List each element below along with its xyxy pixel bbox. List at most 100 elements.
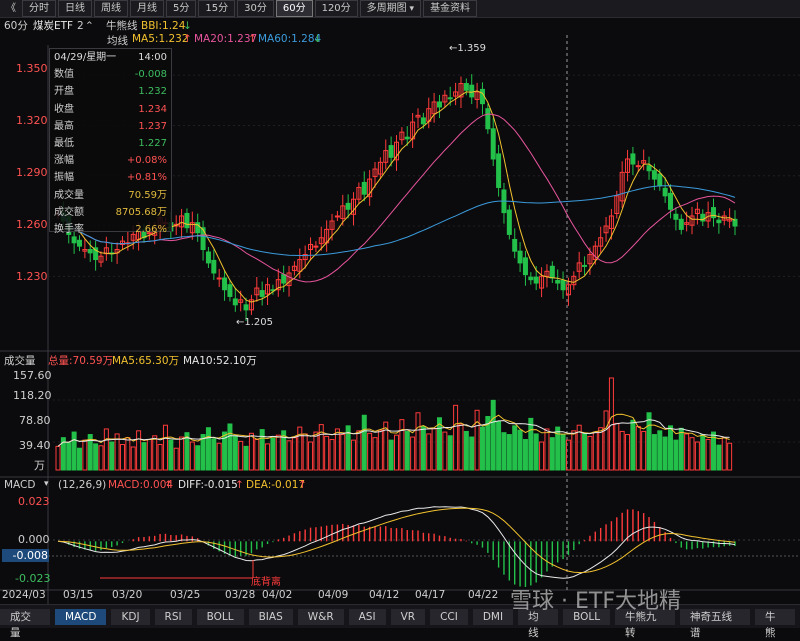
macd-arrow: ↑ <box>164 479 173 491</box>
macd-tick-4: -0.023 <box>15 572 51 585</box>
candle-body <box>678 218 684 230</box>
volume-bar <box>539 441 545 471</box>
volume-bar <box>560 434 566 471</box>
date-tick: 03/15 <box>63 589 94 601</box>
indicator-tab[interactable]: 牛熊 <box>755 608 795 639</box>
candle-body <box>533 276 539 284</box>
candle-body <box>222 277 228 291</box>
candle-body <box>87 249 93 254</box>
volume-bar <box>313 431 319 471</box>
volume-bar <box>157 444 163 471</box>
volume-bar <box>700 434 706 471</box>
volume-bar <box>436 417 442 471</box>
candle-body <box>232 298 238 306</box>
volume-bar <box>517 429 523 471</box>
volume-bar <box>592 431 598 471</box>
info-value: 2.66% <box>135 223 167 235</box>
indicator-tab[interactable]: MACD <box>54 608 107 625</box>
info-row: 成交量 70.59万 <box>50 187 171 204</box>
info-row: 成交额 8705.68万 <box>50 204 171 221</box>
volume-bar <box>420 425 426 471</box>
volume-bar <box>119 444 125 471</box>
volume-bar <box>463 430 469 471</box>
indicator-tab[interactable]: RSI <box>154 608 192 625</box>
candle-body <box>388 145 394 158</box>
volume-bar <box>243 445 249 471</box>
indicator-tab[interactable]: CCI <box>430 608 468 625</box>
info-value: +0.81% <box>126 172 167 184</box>
candle-body <box>662 187 668 197</box>
volume-bar <box>678 427 684 471</box>
info-label: 成交量 <box>54 189 84 201</box>
volume-bar <box>684 433 690 471</box>
volume-bar <box>291 437 297 471</box>
volume-bar <box>76 447 82 471</box>
info-label: 振幅 <box>54 172 74 184</box>
volume-bar <box>205 427 211 471</box>
volume-bar <box>549 437 555 471</box>
divergence-label: 底背离 <box>251 577 281 588</box>
volume-bar <box>189 441 195 471</box>
indicator-tab[interactable]: BOLL <box>196 608 244 625</box>
volume-bar <box>146 439 152 471</box>
volume-bar <box>324 435 330 471</box>
volume-bar <box>512 425 518 471</box>
indicator-tab[interactable]: 成交量 <box>0 608 50 639</box>
candle-body <box>490 128 496 160</box>
volume-bar <box>351 439 357 471</box>
volume-bar <box>200 434 206 471</box>
volume-bar <box>528 417 534 471</box>
volume-bar <box>614 422 620 471</box>
info-label: 数值 <box>54 69 74 81</box>
volume-bar <box>501 432 507 471</box>
volume-bar <box>431 427 437 471</box>
volume-bars-group <box>55 377 733 471</box>
low-annotation: ←1.205 <box>236 317 274 328</box>
info-time: 14:00 <box>138 52 167 63</box>
info-row: 开盘 1.232 <box>50 83 171 100</box>
candle-body <box>216 277 222 280</box>
candle-body <box>447 97 453 100</box>
candle-body <box>200 227 206 251</box>
volume-bar <box>727 442 733 471</box>
vol-tick-1: 157.60 <box>13 369 52 382</box>
candle-body <box>651 170 657 180</box>
volume-bar <box>582 432 588 471</box>
candle-body <box>549 265 555 279</box>
candle-body <box>635 165 641 168</box>
volume-bar <box>93 443 99 471</box>
volume-bar <box>286 440 292 471</box>
indicator-tab[interactable]: DMI <box>472 608 514 625</box>
candle-body <box>184 212 190 229</box>
volume-bar <box>162 424 168 471</box>
volume-ma5: MA5:65.30万 <box>112 355 180 367</box>
indicator-tab[interactable]: 神奇五线谱 <box>680 608 750 639</box>
volume-header: 成交量 总量:70.59万 MA5:65.30万 MA10:52.10万 <box>0 353 800 367</box>
info-value: 1.237 <box>138 120 167 132</box>
indicator-tab[interactable]: W&R <box>297 608 344 625</box>
vol-tick-4: 39.40 <box>19 439 51 452</box>
candle-body <box>361 181 367 195</box>
indicator-tab[interactable]: BIAS <box>248 608 293 625</box>
info-label: 收盘 <box>54 103 74 115</box>
volume-bar <box>646 412 652 471</box>
volume-bar <box>603 410 609 471</box>
volume-bar <box>270 437 276 471</box>
candle-body <box>76 239 82 247</box>
volume-title: 成交量 <box>4 355 36 367</box>
volume-bar <box>297 426 303 471</box>
candle-body <box>334 215 340 218</box>
info-row: 振幅 +0.81% <box>50 169 171 186</box>
volume-bar <box>399 419 405 471</box>
vol-tick-2: 118.20 <box>13 389 52 402</box>
macd-chevron-icon[interactable]: ▾ <box>44 479 49 489</box>
indicator-tab[interactable]: KDJ <box>111 608 150 625</box>
candle-body <box>345 202 351 210</box>
volume-bar <box>377 429 383 471</box>
indicator-tab[interactable]: VR <box>390 608 426 625</box>
indicator-tab[interactable]: ASI <box>348 608 386 625</box>
candle-body <box>281 274 287 284</box>
candle-body <box>528 276 534 281</box>
info-row: 最低 1.227 <box>50 135 171 152</box>
date-tick: 04/22 <box>468 589 499 601</box>
